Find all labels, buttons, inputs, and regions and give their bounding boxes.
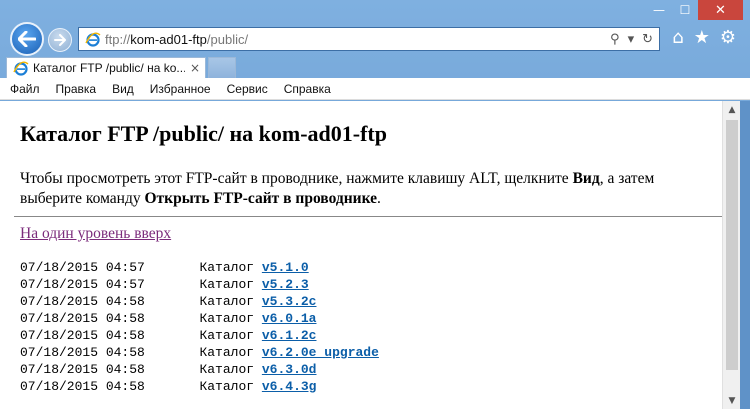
listing-row: 07/18/2015 04:58 Каталог v5.3.2c — [20, 293, 712, 310]
gear-icon[interactable]: ⚙ — [720, 28, 736, 48]
ie-logo-icon — [85, 32, 101, 47]
directory-link[interactable]: v6.0.1a — [262, 311, 317, 326]
page-content: Каталог FTP /public/ на kom-ad01-ftp Что… — [0, 101, 722, 409]
minimize-button[interactable]: — — [646, 0, 672, 20]
listing-time: 04:57 — [105, 260, 145, 275]
navigation-bar: ftp://kom-ad01-ftp/public/ ⚲ ▾ ↻ ⌂ ★ ⚙ — [8, 22, 742, 56]
url-path: /public/ — [206, 31, 249, 47]
scroll-thumb[interactable] — [726, 120, 738, 370]
forward-button[interactable] — [48, 28, 72, 52]
parent-directory-link[interactable]: На один уровень вверх — [20, 225, 171, 243]
divider — [14, 216, 722, 217]
window-border — [740, 101, 750, 409]
directory-listing: 07/18/2015 04:57 Каталог v5.1.0 07/18/201… — [20, 259, 712, 395]
listing-date: 07/18/2015 — [20, 294, 99, 309]
menu-favorites[interactable]: Избранное — [150, 82, 211, 96]
maximize-button[interactable]: ☐ — [672, 0, 698, 20]
listing-time: 04:58 — [105, 294, 145, 309]
directory-link[interactable]: v6.1.2c — [262, 328, 317, 343]
listing-date: 07/18/2015 — [20, 277, 99, 292]
menu-view[interactable]: Вид — [112, 82, 134, 96]
listing-type: Каталог — [199, 328, 255, 343]
listing-row: 07/18/2015 04:58 Каталог v6.0.1a — [20, 310, 712, 327]
menu-help[interactable]: Справка — [284, 82, 331, 96]
window-controls: — ☐ ✕ — [646, 0, 743, 21]
tab-strip: Каталог FTP /public/ на ko... × — [0, 56, 750, 78]
tab-ie-icon — [13, 61, 29, 76]
scroll-down-icon[interactable]: ▼ — [723, 392, 741, 409]
listing-row: 07/18/2015 04:58 Каталог v6.1.2c — [20, 327, 712, 344]
refresh-icon[interactable]: ↻ — [642, 32, 653, 47]
new-tab-button[interactable] — [208, 57, 236, 78]
listing-time: 04:58 — [105, 311, 145, 326]
address-bar[interactable]: ftp://kom-ad01-ftp/public/ ⚲ ▾ ↻ — [78, 27, 660, 51]
intro-part-3: . — [377, 190, 381, 207]
listing-date: 07/18/2015 — [20, 260, 99, 275]
close-window-button[interactable]: ✕ — [698, 0, 743, 20]
listing-date: 07/18/2015 — [20, 362, 99, 377]
directory-link[interactable]: v5.3.2c — [262, 294, 317, 309]
directory-link[interactable]: v5.1.0 — [262, 260, 309, 275]
tab-title: Каталог FTP /public/ на ko... — [33, 61, 185, 75]
listing-time: 04:57 — [105, 277, 145, 292]
browser-toolbar-icons: ⌂ ★ ⚙ — [672, 28, 736, 48]
listing-type: Каталог — [199, 260, 255, 275]
browser-window: — ☐ ✕ ftp://kom-ad01-ftp/public/ ⚲ ▾ ↻ ⌂… — [0, 0, 750, 409]
menu-file[interactable]: Файл — [10, 82, 40, 96]
listing-row: 07/18/2015 04:57 Каталог v5.1.0 — [20, 259, 712, 276]
menu-bar: Файл Правка Вид Избранное Сервис Справка — [0, 78, 750, 100]
directory-link[interactable]: v6.2.0e_upgrade — [262, 345, 379, 360]
listing-date: 07/18/2015 — [20, 328, 99, 343]
directory-link[interactable]: v6.4.3g — [262, 379, 317, 394]
directory-link[interactable]: v5.2.3 — [262, 277, 309, 292]
vertical-scrollbar[interactable]: ▲ ▼ — [722, 101, 740, 409]
listing-type: Каталог — [199, 362, 255, 377]
intro-text: Чтобы просмотреть этот FTP-сайт в провод… — [20, 169, 712, 209]
page-title: Каталог FTP /public/ на kom-ad01-ftp — [20, 121, 387, 146]
listing-type: Каталог — [199, 294, 255, 309]
listing-date: 07/18/2015 — [20, 345, 99, 360]
directory-link[interactable]: v6.3.0d — [262, 362, 317, 377]
menu-edit[interactable]: Правка — [56, 82, 97, 96]
back-button[interactable] — [10, 22, 44, 56]
listing-row: 07/18/2015 04:58 Каталог v6.3.0d — [20, 361, 712, 378]
listing-row: 07/18/2015 04:58 Каталог v6.4.3g — [20, 378, 712, 395]
url-scheme: ftp:// — [105, 31, 131, 47]
search-icon[interactable]: ⚲ — [610, 32, 620, 47]
listing-row: 07/18/2015 04:57 Каталог v5.2.3 — [20, 276, 712, 293]
address-tools: ⚲ ▾ ↻ — [610, 32, 659, 47]
scroll-up-icon[interactable]: ▲ — [723, 101, 741, 118]
favorites-star-icon[interactable]: ★ — [694, 28, 710, 48]
listing-time: 04:58 — [105, 362, 145, 377]
intro-bold-open: Открыть FTP-сайт в проводнике — [144, 190, 378, 207]
listing-date: 07/18/2015 — [20, 379, 99, 394]
back-arrow-icon — [18, 31, 36, 47]
listing-row: 07/18/2015 04:58 Каталог v6.2.0e_upgrade — [20, 344, 712, 361]
dropdown-icon[interactable]: ▾ — [628, 32, 635, 47]
home-icon[interactable]: ⌂ — [672, 28, 683, 48]
menu-tools[interactable]: Сервис — [227, 82, 268, 96]
listing-time: 04:58 — [105, 379, 145, 394]
listing-type: Каталог — [199, 311, 255, 326]
listing-type: Каталог — [199, 277, 255, 292]
url-host: kom-ad01-ftp — [130, 31, 207, 47]
intro-bold-view: Вид — [572, 170, 600, 187]
listing-type: Каталог — [199, 345, 255, 360]
listing-date: 07/18/2015 — [20, 311, 99, 326]
tab-active[interactable]: Каталог FTP /public/ на ko... × — [6, 57, 206, 78]
tab-close-icon[interactable]: × — [185, 61, 205, 75]
address-url[interactable]: ftp://kom-ad01-ftp/public/ — [105, 32, 610, 47]
listing-type: Каталог — [199, 379, 255, 394]
listing-time: 04:58 — [105, 328, 145, 343]
intro-part-1: Чтобы просмотреть этот FTP-сайт в провод… — [20, 170, 573, 187]
listing-time: 04:58 — [105, 345, 145, 360]
forward-arrow-icon — [54, 34, 66, 46]
